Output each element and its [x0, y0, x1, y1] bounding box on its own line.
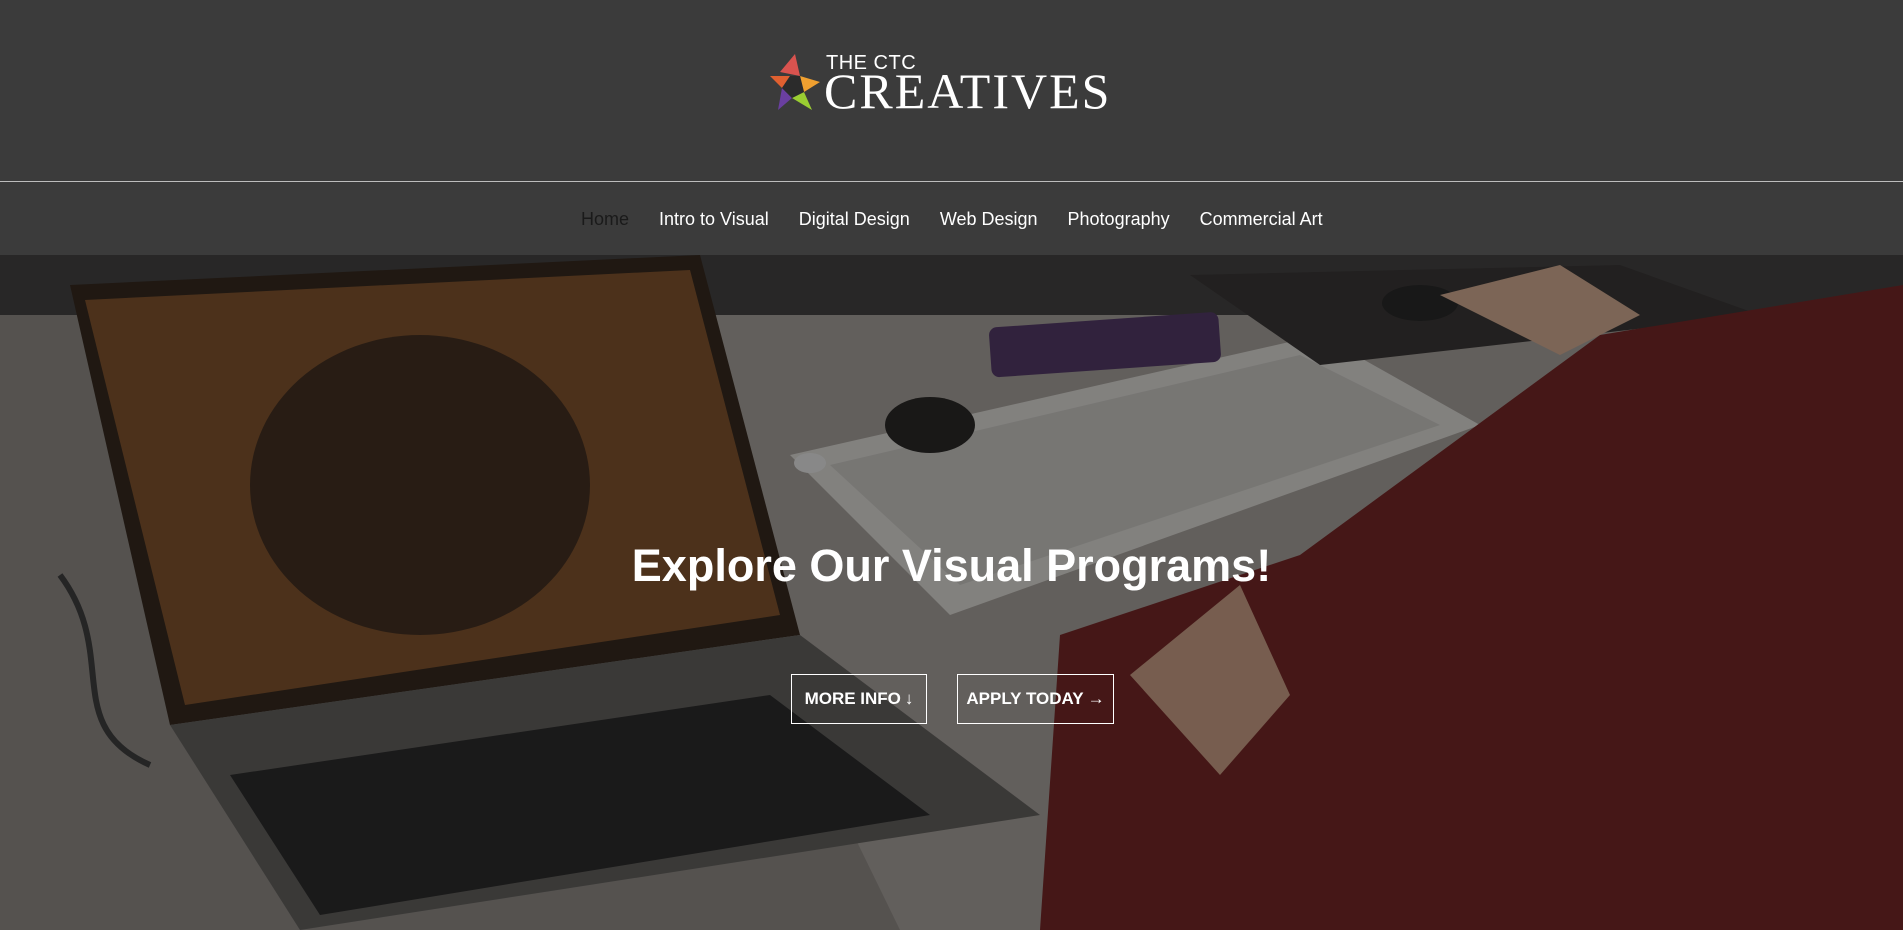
nav-item-digital-design[interactable]: Digital Design	[799, 209, 910, 230]
main-nav: Home Intro to Visual Digital Design Web …	[0, 183, 1903, 255]
apply-today-label: APPLY TODAY	[966, 689, 1084, 708]
arrow-right-icon: →	[1087, 689, 1105, 708]
hero-section: Explore Our Visual Programs! MORE INFO ↓…	[0, 255, 1903, 930]
more-info-label: MORE INFO	[804, 689, 901, 708]
nav-list: Home Intro to Visual Digital Design Web …	[581, 183, 1323, 255]
nav-item-intro-to-visual[interactable]: Intro to Visual	[659, 209, 769, 230]
site-header: THE CTC CREATIVES	[0, 0, 1903, 182]
nav-item-web-design[interactable]: Web Design	[940, 209, 1038, 230]
site-logo[interactable]: THE CTC CREATIVES	[768, 48, 1138, 120]
nav-item-home[interactable]: Home	[581, 209, 629, 230]
hero-title: Explore Our Visual Programs!	[631, 540, 1272, 591]
arrow-down-icon: ↓	[904, 689, 914, 708]
nav-item-commercial-art[interactable]: Commercial Art	[1200, 209, 1323, 230]
hero-overlay	[0, 255, 1903, 930]
nav-item-photography[interactable]: Photography	[1068, 209, 1170, 230]
more-info-button[interactable]: MORE INFO ↓	[791, 674, 927, 724]
apply-today-button[interactable]: APPLY TODAY →	[957, 674, 1114, 724]
pinwheel-star-icon	[770, 54, 820, 110]
logo-wordmark: CREATIVES	[824, 63, 1112, 119]
